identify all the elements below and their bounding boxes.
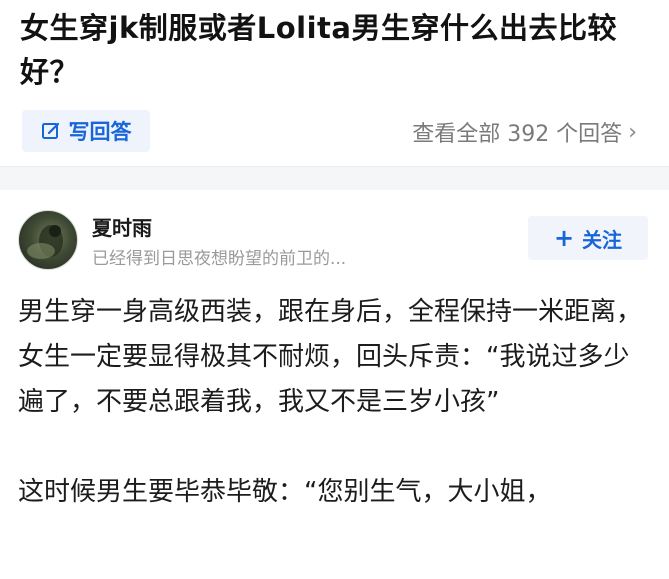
chevron-right-icon: › [628,119,637,145]
avatar[interactable] [18,210,78,270]
question-title[interactable]: 女生穿jk制服或者Lolita男生穿什么出去比较好？ [20,6,650,94]
view-all-answers-link[interactable]: 查看全部 392 个回答 › [412,116,637,148]
follow-label: 关注 [582,227,623,252]
view-all-label: 查看全部 392 个回答 [412,122,623,147]
author-name[interactable]: 夏时雨 [92,212,152,241]
write-answer-label: 写回答 [68,120,132,144]
answer-card: 夏时雨 已经得到日思夜想盼望的前卫的... + 关注 男生穿一身高级西装，跟在身… [0,190,669,579]
question-card: 女生穿jk制服或者Lolita男生穿什么出去比较好？ 写回答 查看全部 392 … [0,0,669,166]
author-bio: 已经得到日思夜想盼望的前卫的... [92,249,347,269]
edit-square-icon [41,121,61,141]
answer-body[interactable]: 男生穿一身高级西装，跟在身后，全程保持一米距离，女生一定要显得极其不耐烦，回头斥… [18,290,652,560]
page: 女生穿jk制服或者Lolita男生穿什么出去比较好？ 写回答 查看全部 392 … [0,0,669,579]
answer-paragraph: 这时候男生要毕恭毕敬：“您别生气，大小姐， [18,477,552,507]
section-divider [0,166,669,191]
plus-icon: + [553,224,575,252]
answer-paragraph: 男生穿一身高级西装，跟在身后，全程保持一米距离，女生一定要显得极其不耐烦，回头斥… [18,297,643,417]
follow-button[interactable]: + 关注 [528,216,648,260]
write-answer-button[interactable]: 写回答 [22,110,150,152]
